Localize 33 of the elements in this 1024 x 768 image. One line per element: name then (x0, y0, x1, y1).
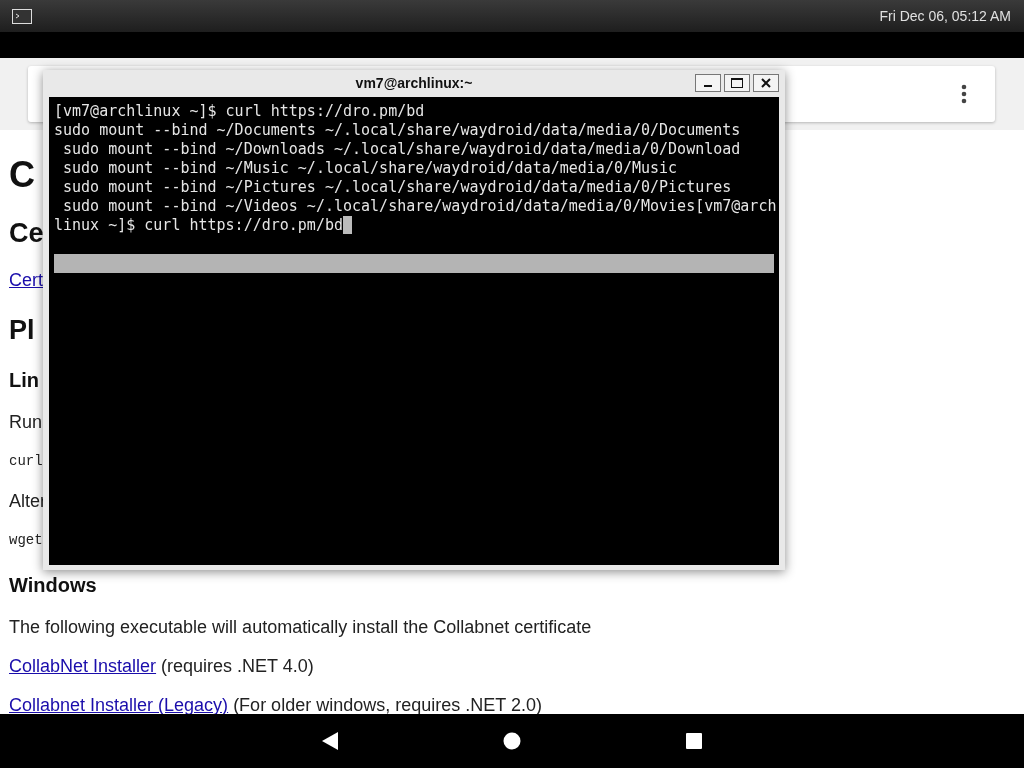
clock: Fri Dec 06, 05:12 AM (879, 6, 1011, 26)
menu-icon[interactable] (961, 84, 967, 104)
minimize-icon[interactable] (695, 74, 721, 92)
paragraph: Run (9, 411, 43, 434)
recents-icon[interactable] (685, 732, 703, 750)
terminal-line: sudo mount --bind ~/Pictures ~/.local/share/waydroid/data/media/0/Pictures (62, 178, 732, 197)
download-note: CollabNet Installer (requires .NET 4.0) (9, 655, 314, 678)
download-note: Collabnet Installer (Legacy) (For older windows, requires .NET 2.0) (9, 694, 542, 714)
code-line: curl (9, 452, 43, 471)
terminal-line: linux ~]$ curl https://dro.pm/bd (54, 216, 343, 235)
subsection-heading: Windows (9, 573, 97, 597)
terminal-line: sudo mount --bind ~/Documents ~/.local/share/waydroid/data/media/0/Documents (54, 121, 741, 140)
terminal-line: [vm7@archlinux ~]$ curl https://dro.pm/bd (54, 102, 425, 121)
paragraph: The following executable will automatically install the Collabnet certificate (9, 616, 592, 639)
back-icon[interactable] (321, 731, 339, 751)
maximize-icon[interactable] (724, 74, 750, 92)
paragraph: Alter (9, 490, 46, 513)
terminal-line: sudo mount --bind ~/Music ~/.local/share/waydroid/data/media/0/Music (62, 159, 678, 178)
cursor (343, 216, 352, 234)
subsection-heading: Lin (9, 368, 39, 392)
window-title: vm7@archlinux:~ (355, 74, 473, 93)
close-icon[interactable] (753, 74, 779, 92)
terminal-line: sudo mount --bind ~/Videos ~/.local/share/waydroid/data/media/0/Movies[vm7@arch (62, 197, 777, 216)
section-heading: Ce (9, 218, 44, 248)
section-heading: Pl (9, 315, 35, 345)
home-icon[interactable] (503, 732, 521, 750)
download-link[interactable]: CollabNet Installer (9, 656, 157, 676)
page-heading: C (9, 155, 35, 195)
code-line: wget (9, 531, 43, 550)
terminal-line: sudo mount --bind ~/Downloads ~/.local/share/waydroid/data/media/0/Download (62, 140, 741, 159)
download-link[interactable]: Collabnet Installer (Legacy) (9, 695, 229, 714)
page-link[interactable]: Cert (9, 268, 43, 292)
terminal-icon[interactable] (12, 8, 32, 24)
